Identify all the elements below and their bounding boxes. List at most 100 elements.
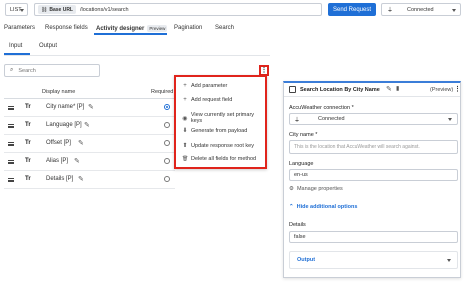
base-url-chip[interactable]: ⛓ Base URL <box>38 5 76 14</box>
eye-icon: ◉ <box>182 115 188 122</box>
base-url-label: Base URL <box>49 6 73 13</box>
delete-icon[interactable]: ▮ <box>396 85 399 92</box>
connection-label: AccuWeather connection * <box>289 105 354 111</box>
panel-title: Search Location By City Name <box>300 87 380 93</box>
text-type-icon: Tr <box>25 104 31 110</box>
col-required: Required <box>151 89 174 95</box>
preview-badge: Preview <box>147 25 168 32</box>
drag-handle-icon[interactable] <box>8 178 14 182</box>
table-row[interactable]: Tr City name* [P] ✎ <box>4 99 175 117</box>
subtab-divider <box>4 55 270 56</box>
tab-search[interactable]: Search <box>215 25 234 31</box>
menu-item-generate-from-payload[interactable]: ⬇ Generate from payload <box>182 127 248 135</box>
upload-icon: ⬆ <box>182 143 188 149</box>
text-type-icon: Tr <box>25 176 31 182</box>
required-radio[interactable] <box>164 158 170 164</box>
subtab-output[interactable]: Output <box>39 43 57 49</box>
connection-value: Connected <box>407 6 434 13</box>
subtab-input[interactable]: Input <box>9 43 22 49</box>
edit-pencil-icon[interactable]: ✎ <box>78 139 84 147</box>
details-input[interactable]: false <box>289 231 458 243</box>
connection-select[interactable]: ⏚ Connected <box>381 3 461 16</box>
menu-item-label: Add request field <box>191 97 233 103</box>
search-icon: ⌕ <box>10 67 14 73</box>
trash-icon: 🗑 <box>182 156 189 162</box>
manage-properties-label: Manage properties <box>296 186 343 192</box>
required-radio[interactable] <box>164 122 170 128</box>
menu-item-update-root-key[interactable]: ⬆ Update response root key <box>182 142 254 150</box>
table-row[interactable]: Tr Language [P] ✎ <box>4 117 175 135</box>
menu-item-add-parameter[interactable]: + Add parameter <box>182 83 227 89</box>
chevron-up-icon: ⌃ <box>289 204 294 210</box>
menu-item-delete-all-fields[interactable]: 🗑 Delete all fields for method <box>182 156 256 162</box>
edit-pencil-icon[interactable]: ✎ <box>88 103 94 111</box>
tab-pagination[interactable]: Pagination <box>174 25 202 31</box>
field-name: Offset [P] <box>46 140 71 146</box>
output-section[interactable]: Output <box>289 251 458 269</box>
table-header: Display name Required <box>4 87 175 99</box>
table-row[interactable]: Tr Offset [P] ✎ <box>4 135 175 153</box>
text-type-icon: Tr <box>25 158 31 164</box>
connection-select[interactable]: ⏚ Connected <box>289 113 458 125</box>
search-field[interactable]: ⌕ <box>4 64 100 77</box>
connection-value: Connected <box>318 116 345 122</box>
field-name: Language [P] <box>46 122 82 128</box>
language-input[interactable]: en-us <box>289 169 458 181</box>
col-display-name: Display name <box>42 89 76 95</box>
language-value: en-us <box>294 172 308 178</box>
tab-parameters[interactable]: Parameters <box>4 25 35 31</box>
table-row[interactable]: Tr Details [P] ✎ <box>4 171 175 189</box>
activity-icon <box>289 86 296 93</box>
drag-handle-icon[interactable] <box>8 124 14 128</box>
required-radio[interactable] <box>164 104 170 110</box>
edit-pencil-icon[interactable]: ✎ <box>74 157 80 165</box>
menu-item-add-request-field[interactable]: + Add request field <box>182 97 232 103</box>
url-field[interactable]: ⛓ Base URL /locations/v1/search <box>34 3 322 16</box>
language-label: Language <box>289 161 314 167</box>
details-label: Details <box>289 222 306 228</box>
edit-pencil-icon[interactable]: ✎ <box>386 85 392 93</box>
city-label: City name * <box>289 132 318 138</box>
drag-handle-icon[interactable] <box>8 106 14 110</box>
field-name: City name* [P] <box>46 104 85 110</box>
activity-preview-panel: Search Location By City Name ✎ ▮ (Previe… <box>283 81 461 278</box>
required-radio[interactable] <box>164 176 170 182</box>
more-options-icon[interactable]: ⋮ <box>454 85 461 93</box>
plus-icon: + <box>183 83 187 89</box>
menu-item-label: Add parameter <box>191 83 228 89</box>
send-request-button[interactable]: Send Request <box>328 3 376 16</box>
gear-icon: ⚙ <box>289 186 294 192</box>
edit-pencil-icon[interactable]: ✎ <box>84 121 90 129</box>
edit-pencil-icon[interactable]: ✎ <box>78 175 84 183</box>
manage-properties-link[interactable]: ⚙ Manage properties <box>289 186 343 192</box>
active-tab-underline <box>94 33 167 35</box>
text-type-icon: Tr <box>25 140 31 146</box>
menu-item-label: View currently set primary keys <box>190 112 255 124</box>
link-icon: ⛓ <box>41 6 48 13</box>
field-name: Alias [P] <box>46 158 69 164</box>
drag-handle-icon[interactable] <box>8 142 14 146</box>
chevron-down-icon <box>452 9 456 12</box>
tab-activity-designer-label: Activity designer <box>96 25 145 32</box>
panel-header: Search Location By City Name ✎ ▮ (Previe… <box>284 83 461 97</box>
drag-handle-icon[interactable] <box>8 160 14 164</box>
menu-item-view-primary-keys[interactable]: ◉ View currently set primary keys <box>182 112 265 124</box>
download-icon: ⬇ <box>182 128 188 134</box>
field-name: Details [P] <box>46 176 74 182</box>
plug-icon: ⏚ <box>294 117 301 124</box>
chevron-down-icon <box>20 9 24 12</box>
table-row[interactable]: Tr Alias [P] ✎ <box>4 153 175 171</box>
method-select[interactable]: LIST <box>5 3 28 16</box>
chevron-down-icon <box>448 118 452 121</box>
search-input[interactable] <box>18 67 97 74</box>
city-input[interactable]: This is the location that AccuWeather wi… <box>289 140 458 154</box>
text-type-icon: Tr <box>25 122 31 128</box>
tab-activity-designer[interactable]: Activity designer Preview <box>96 25 168 32</box>
menu-item-label: Update response root key <box>191 142 254 149</box>
hide-additional-options-toggle[interactable]: ⌃ Hide additional options <box>289 204 357 210</box>
tab-response-fields[interactable]: Response fields <box>45 25 88 31</box>
output-label: Output <box>297 257 316 263</box>
plug-icon: ⏚ <box>387 8 394 14</box>
menu-item-label: Generate from payload <box>191 127 248 134</box>
required-radio[interactable] <box>164 140 170 146</box>
